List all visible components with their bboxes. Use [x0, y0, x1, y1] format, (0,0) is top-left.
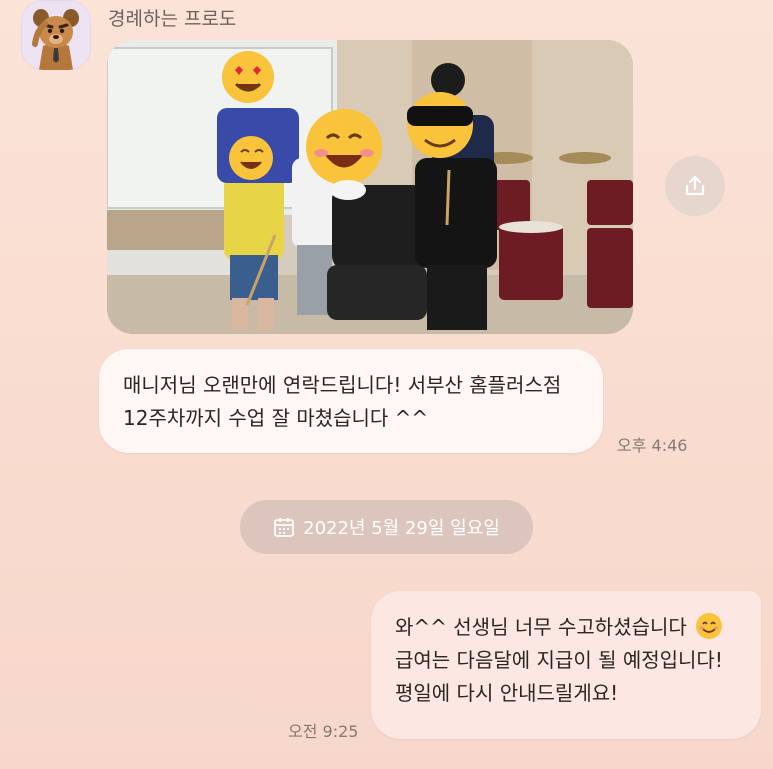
message-text-line: 매니저님 오랜만에 연락드립니다! 서부산 홈플러스점	[123, 373, 562, 397]
message-text-line: 평일에 다시 안내드릴게요!	[395, 681, 619, 705]
outgoing-message-bubble[interactable]: 와^^ 선생님 너무 수고하셨습니다 급여는 다음달에 지급이 될 예정입니다!…	[371, 591, 761, 739]
incoming-message-bubble[interactable]: 매니저님 오랜만에 연락드립니다! 서부산 홈플러스점 12주차까지 수업 잘 …	[99, 349, 603, 453]
message-text: 와^^ 선생님 너무 수고하셨습니다	[395, 615, 687, 639]
dog-character-icon	[32, 9, 79, 70]
date-divider-text: 2022년 5월 29일 일요일	[303, 518, 500, 539]
message-text-line: 급여는 다음달에 지급이 될 예정입니다!	[395, 648, 723, 672]
message-text-line: 와^^ 선생님 너무 수고하셨습니다	[395, 611, 751, 644]
message-timestamp: 오후 4:46	[617, 436, 688, 455]
share-button[interactable]	[665, 156, 725, 216]
smiling-face-emoji-icon	[695, 613, 722, 639]
calendar-icon	[274, 518, 295, 537]
shared-photo[interactable]	[107, 40, 633, 334]
sender-name: 경례하는 프로도	[108, 8, 237, 30]
message-text-line: 12주차까지 수업 잘 마쳤습니다 ^^	[123, 406, 429, 430]
date-divider: 2022년 5월 29일 일요일	[240, 500, 533, 554]
share-icon	[685, 175, 705, 196]
message-timestamp: 오전 9:25	[288, 722, 359, 741]
group-photo-image	[107, 40, 633, 334]
sender-avatar[interactable]	[21, 0, 91, 70]
